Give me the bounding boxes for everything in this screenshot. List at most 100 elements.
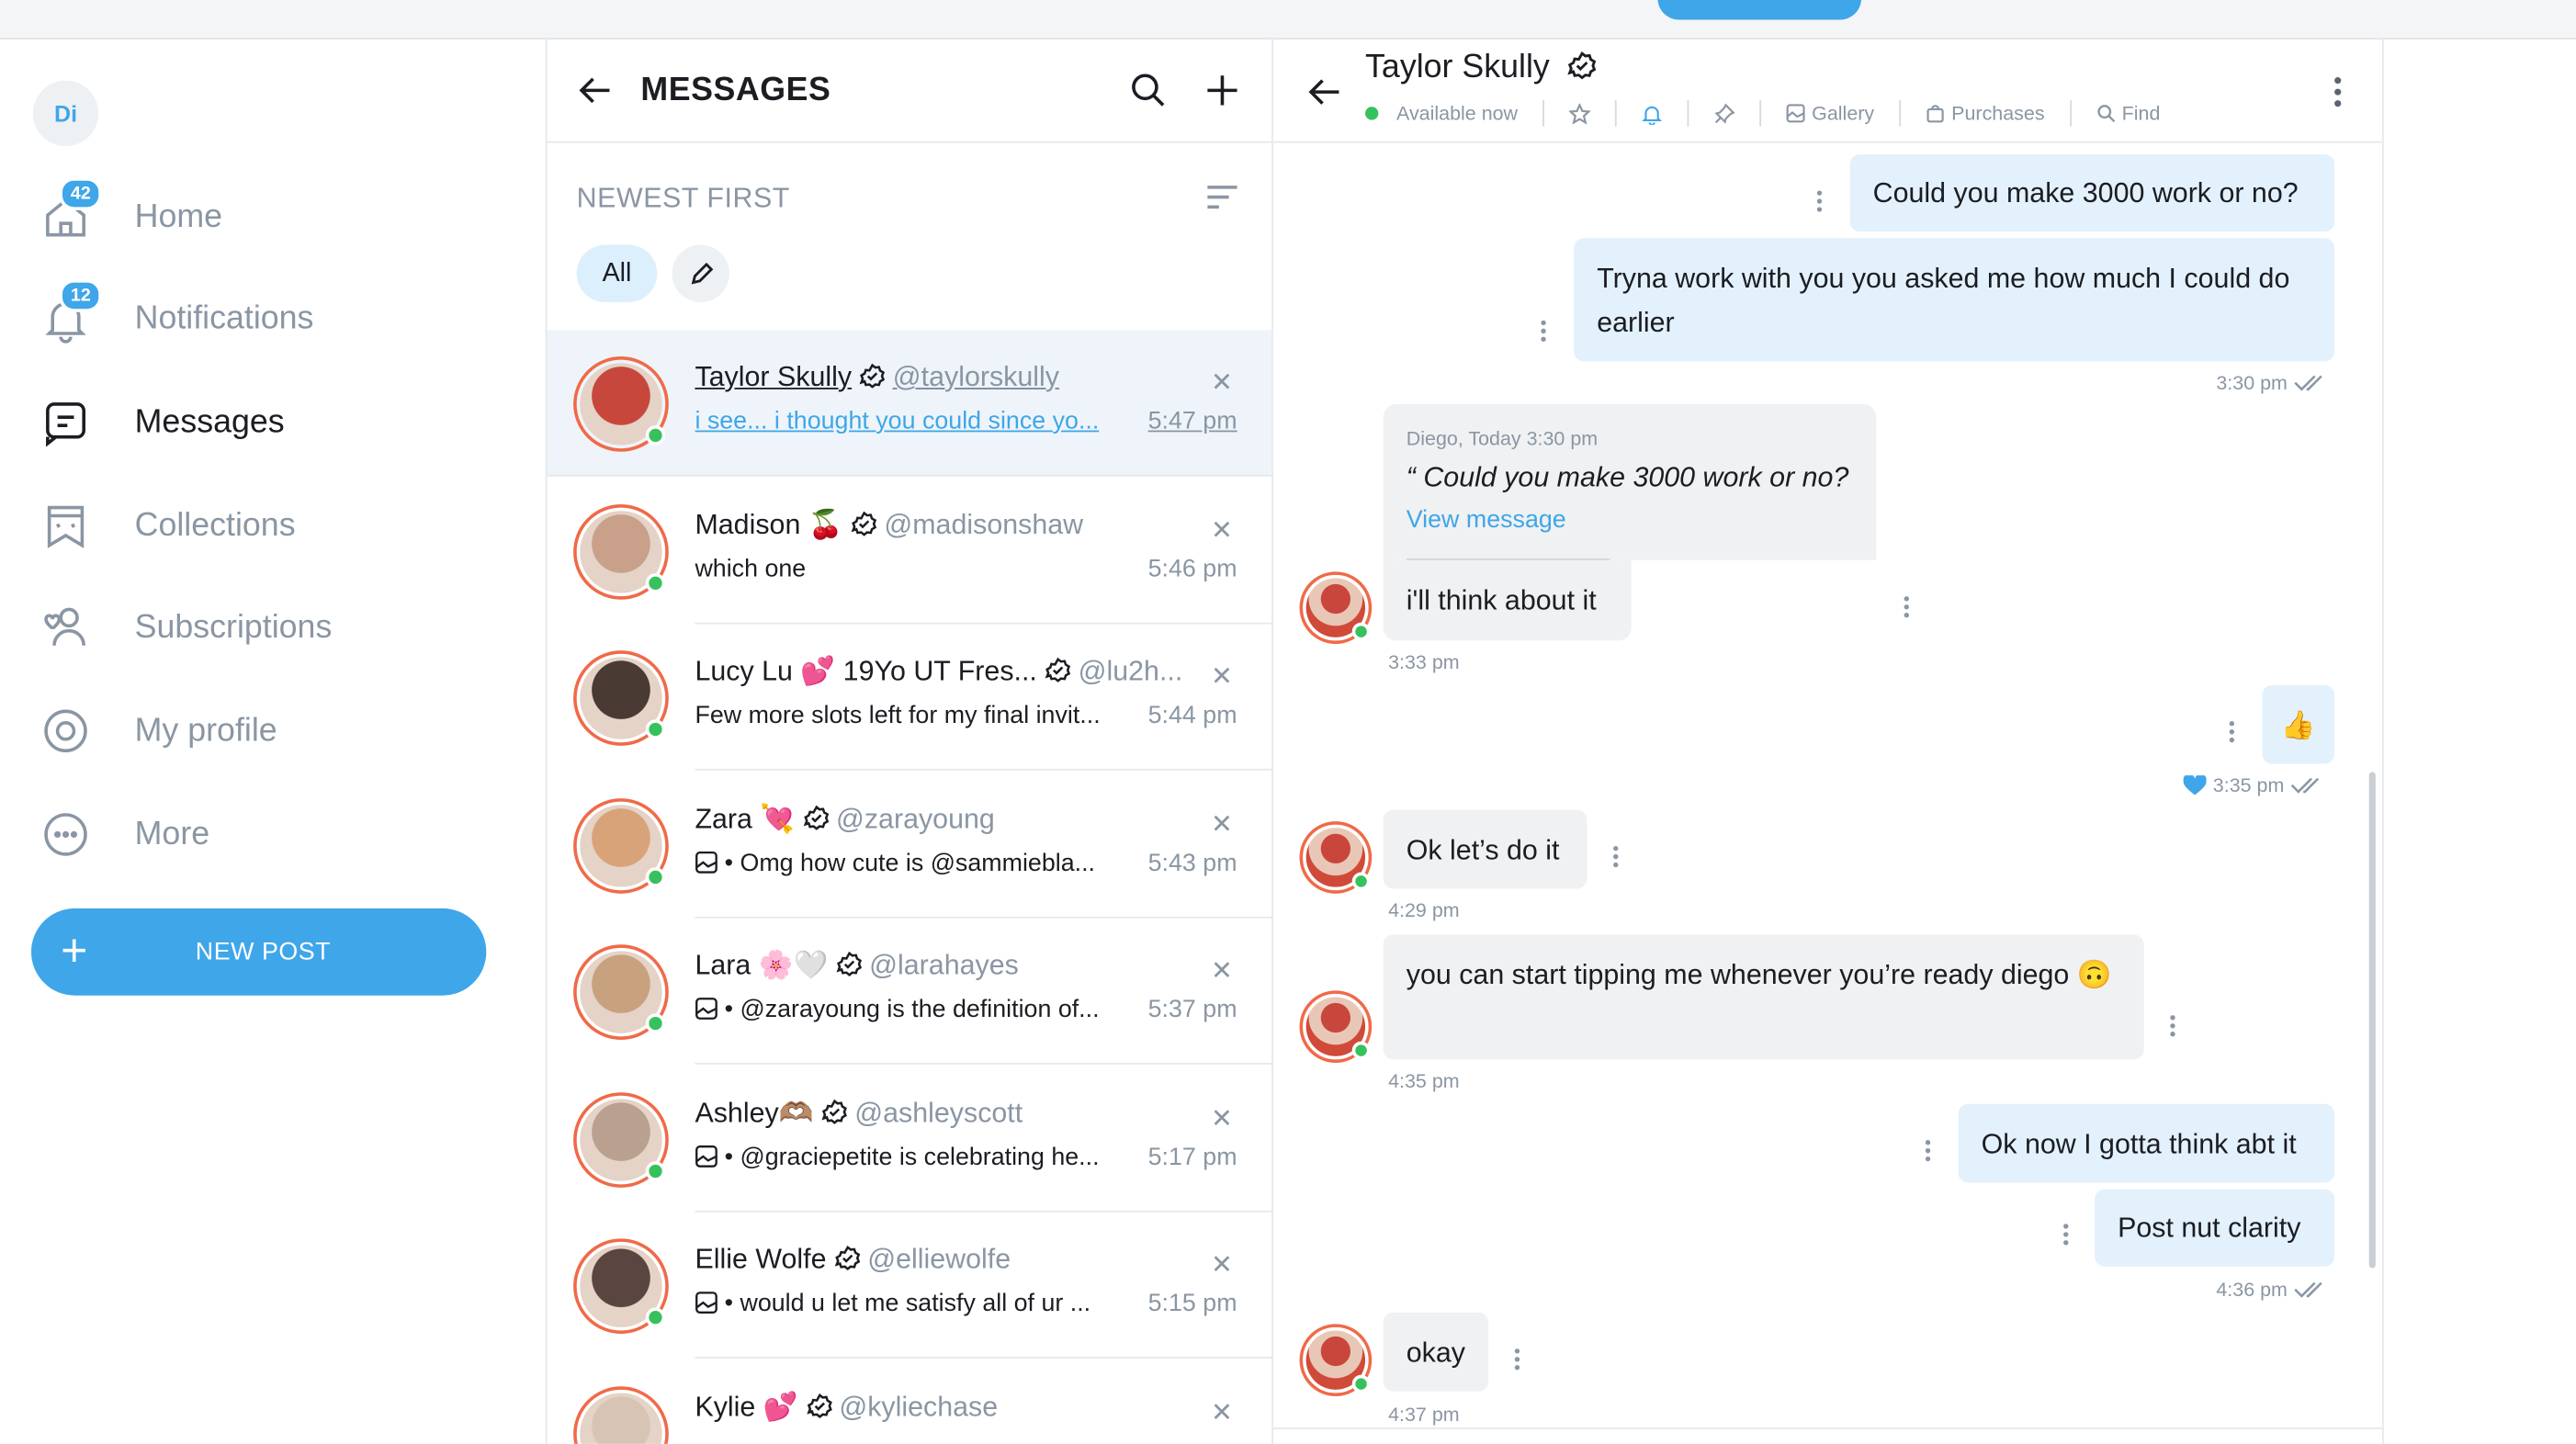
contact-avatar[interactable] [1299,990,1373,1064]
close-icon[interactable]: ✕ [1211,1248,1233,1281]
sort-label[interactable]: NEWEST FIRST [577,182,790,215]
conversation-item[interactable]: Ashley🫶🏽 @ashleyscott ✕ • @graciepetite is … [547,1066,1272,1212]
new-message-plus-icon[interactable] [1203,71,1242,118]
chat-scrollbar[interactable] [2368,772,2376,1269]
nav-label: My profile [134,712,277,749]
close-icon[interactable]: ✕ [1211,1395,1233,1428]
contact-avatar[interactable] [1299,821,1373,894]
nav-item-more[interactable]: More [36,802,209,868]
chat-contact-name[interactable]: Taylor Skully [1365,50,1597,87]
online-dot [645,425,666,446]
close-icon[interactable]: ✕ [1211,660,1233,694]
top-bar [0,0,2576,39]
contact-avatar[interactable] [1299,571,1373,645]
conversation-name[interactable]: Lara 🌸🤍 @larahayes [695,950,1018,983]
sort-icon[interactable] [1204,179,1240,223]
conversation-item[interactable]: Lara 🌸🤍 @larahayes ✕ • @zarayoung is the de… [547,919,1272,1065]
incoming-message: i'll think about it [1383,559,1632,641]
conversation-preview: • Omg how cute is @sammiebla... [695,849,1125,876]
message-timestamp: 4:37 pm [1388,1403,1460,1427]
avatar [573,650,669,746]
reply-quote: “ Could you make 3000 work or no? [1406,461,1849,493]
plus-icon: + [61,924,88,976]
star-icon[interactable] [1568,102,1590,124]
conversation-name[interactable]: Madison 🍒 @madisonshaw [695,508,1083,541]
notification-bell-icon[interactable] [1641,103,1662,125]
notifications-badge: 12 [59,279,103,312]
conversation-item[interactable]: Taylor Skully @taylorskully ✕ i see... i th… [547,330,1272,477]
view-message-link[interactable]: View message [1407,506,1566,534]
nav-item-notifications[interactable]: 12 Notifications [36,279,313,352]
conversation-time: 5:37 pm [1147,995,1237,1024]
close-icon[interactable]: ✕ [1211,954,1233,987]
pin-icon[interactable] [1713,102,1735,124]
message-options-icon[interactable] [2170,1015,2176,1040]
edit-filters-pencil-icon[interactable] [672,244,729,303]
online-dot [1365,107,1379,120]
message-options-icon[interactable] [1925,1140,1932,1165]
close-icon[interactable]: ✕ [1211,1101,1233,1134]
conversation-name[interactable]: Kylie 💕 @kyliechase [695,1391,998,1424]
read-checkmarks-icon [2291,777,2320,794]
new-post-label: NEW POST [195,938,332,966]
verified-icon [834,1245,861,1271]
conversation-name[interactable]: Zara 💘 @zarayoung [695,803,994,836]
online-dot [645,866,666,886]
conversation-item[interactable]: Ellie Wolfe @elliewolfe ✕ • would u let me … [547,1213,1272,1359]
conversation-handle: @kyliechase [839,1390,999,1422]
conversation-name[interactable]: Ashley🫶🏽 @ashleyscott [695,1097,1022,1130]
heart-icon[interactable] [2183,774,2207,795]
message-options-icon[interactable] [1613,845,1620,871]
conversation-item[interactable]: Kylie 💕 @kyliechase ✕ [547,1359,1271,1444]
conversation-time: 5:17 pm [1147,1142,1237,1171]
nav-item-messages[interactable]: Messages [36,389,285,456]
chat-options-kebab-icon[interactable] [2333,75,2343,117]
new-post-button[interactable]: + NEW POST [30,908,487,996]
online-dot [645,1013,666,1033]
nav-item-collections[interactable]: Collections [36,492,296,558]
conversation-name[interactable]: Taylor Skully @taylorskully [695,361,1059,394]
conversation-handle: @lu2h... [1078,655,1183,687]
user-avatar[interactable]: Di [32,80,99,147]
purchases-button[interactable]: Purchases [1926,102,2045,125]
find-button[interactable]: Find [2096,102,2160,125]
search-icon[interactable] [1129,71,1169,118]
messages-header: MESSAGES [547,39,1272,143]
conversation-time: 5:43 pm [1147,848,1237,877]
home-badge: 42 [59,177,103,210]
conversation-preview: i see... i thought you could since yo... [695,407,1100,435]
quoted-reply: Diego, Today 3:30 pm “ Could you make 30… [1383,403,1877,560]
find-search-icon [2096,105,2115,123]
gallery-button[interactable]: Gallery [1786,102,1874,125]
gallery-icon [1786,104,1805,123]
filter-all-chip[interactable]: All [576,244,658,303]
conversation-time: 5:47 pm [1147,407,1237,435]
close-icon[interactable]: ✕ [1211,513,1233,547]
close-icon[interactable]: ✕ [1211,367,1233,400]
nav-item-my-profile[interactable]: My profile [36,698,277,764]
conversation-name[interactable]: Ellie Wolfe @elliewolfe [695,1244,1011,1277]
top-action-button[interactable] [1657,0,1862,20]
sort-filter-bar: NEWEST FIRST All [547,143,1271,331]
nav-item-subscriptions[interactable]: Subscriptions [36,594,332,660]
contact-avatar[interactable] [1299,1324,1373,1397]
message-options-icon[interactable] [1541,320,1547,345]
conversation-name[interactable]: Lucy Lu 💕 19Yo UT Fres... @lu2h... [695,656,1182,689]
message-options-icon[interactable] [1904,596,1911,621]
close-icon[interactable]: ✕ [1211,807,1233,840]
conversation-item[interactable]: Madison 🍒 @madisonshaw ✕ which one 5:46 pm [547,477,1272,624]
avatar [573,797,669,893]
message-options-icon[interactable] [2229,721,2236,746]
avatar [573,1385,669,1444]
back-arrow-icon[interactable] [1306,73,1346,120]
conversation-item[interactable]: Lucy Lu 💕 19Yo UT Fres... @lu2h... ✕ Few mo… [547,625,1272,771]
message-options-icon[interactable] [2063,1224,2070,1248]
home-icon: 42 [36,177,103,246]
conversation-item[interactable]: Zara 💘 @zarayoung ✕ • Omg how cute is @samm… [547,772,1272,918]
conversation-handle: @larahayes [869,949,1019,981]
back-arrow-icon[interactable] [577,71,616,118]
conversation-time: 5:44 pm [1147,701,1237,729]
nav-item-home[interactable]: 42 Home [36,177,222,250]
message-options-icon[interactable] [1816,190,1824,215]
message-options-icon[interactable] [1514,1348,1521,1373]
